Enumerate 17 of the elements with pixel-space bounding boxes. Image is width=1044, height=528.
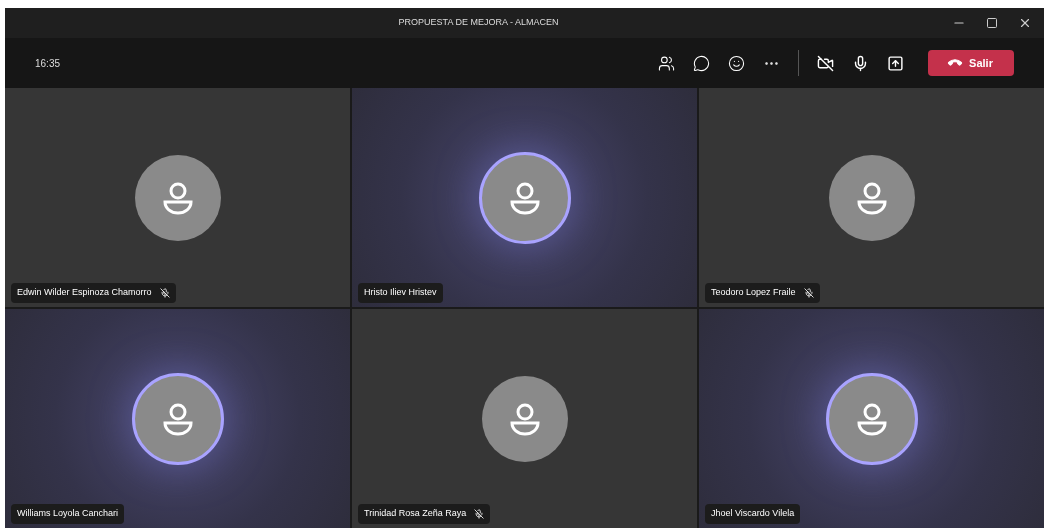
participant-name: Williams Loyola Canchari [17, 507, 119, 521]
call-time: 16:35 [35, 56, 61, 71]
participant-name: Jhoel Viscardo Vilela [711, 507, 795, 521]
leave-button[interactable]: Salir [928, 50, 1014, 76]
participant-name: Trinidad Rosa Zeña Raya [364, 507, 467, 521]
maximize-icon[interactable] [986, 17, 998, 29]
camera-off-icon[interactable] [817, 54, 834, 72]
participant-name: Hristo Iliev Hristev [364, 286, 437, 300]
participant-name: Edwin Wilder Espinoza Chamorro [17, 286, 152, 300]
participant-name: Teodoro Lopez Fraile [711, 286, 796, 300]
share-screen-icon[interactable] [887, 54, 904, 72]
close-icon[interactable] [1018, 16, 1032, 30]
people-icon[interactable] [658, 54, 675, 72]
reactions-icon[interactable] [728, 54, 745, 72]
chat-icon[interactable] [693, 54, 710, 72]
window-title: PROPUESTA DE MEJORA - ALMACEN [398, 16, 559, 30]
microphone-icon[interactable] [852, 54, 869, 72]
